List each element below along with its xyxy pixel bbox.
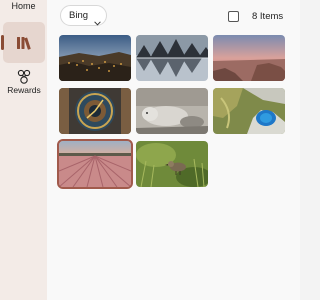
gallery-image-bird-in-grass[interactable] bbox=[136, 141, 208, 187]
sidebar-item-label: Rewards bbox=[7, 85, 41, 95]
gallery-image-coastal-sunset-rocks[interactable] bbox=[213, 35, 285, 81]
nav-home-label[interactable]: Home bbox=[0, 1, 47, 11]
sidebar-item-rewards[interactable]: Rewards bbox=[3, 66, 45, 100]
library-books-icon bbox=[15, 35, 33, 51]
source-dropdown[interactable]: Bing bbox=[60, 5, 107, 26]
sidebar: Home Rewards bbox=[0, 0, 47, 300]
gallery-image-sleeping-seal[interactable] bbox=[136, 88, 208, 134]
rewards-icon bbox=[17, 69, 31, 85]
selection-indicator bbox=[1, 35, 4, 50]
gallery-image-astronomical-clock[interactable] bbox=[59, 88, 131, 134]
gallery-image-tulip-field[interactable] bbox=[57, 139, 133, 189]
select-all-checkbox[interactable] bbox=[228, 11, 239, 22]
chevron-down-icon bbox=[94, 13, 101, 26]
wallpaper-app: Home Rewards Bing 8 Items bbox=[0, 0, 300, 300]
main-content: Bing 8 Items bbox=[47, 0, 300, 300]
gallery-image-aerial-blue-lake[interactable] bbox=[213, 88, 285, 134]
gallery-image-pyramid-reflection[interactable] bbox=[136, 35, 208, 81]
items-count: 8 Items bbox=[252, 11, 284, 22]
sidebar-item-library[interactable] bbox=[1, 22, 45, 63]
gallery-image-cliff-town-night[interactable] bbox=[59, 35, 131, 81]
source-dropdown-value: Bing bbox=[69, 10, 89, 21]
